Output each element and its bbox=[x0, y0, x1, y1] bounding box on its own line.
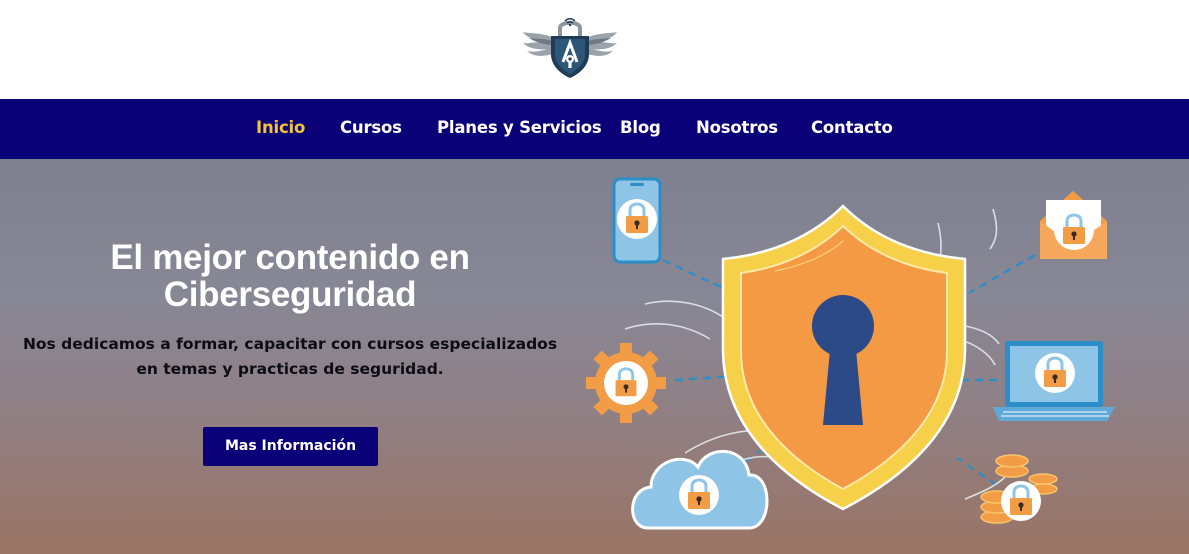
shield-keyhole-icon bbox=[721, 204, 967, 511]
cybersecurity-illustration bbox=[586, 177, 1115, 530]
hero-section: El mejor contenido en Ciberseguridad Nos… bbox=[0, 159, 1189, 554]
nav-item-contacto[interactable]: Contacto bbox=[811, 118, 893, 137]
envelope-lock-icon bbox=[1040, 191, 1107, 259]
smartphone-lock-icon bbox=[612, 177, 662, 264]
winged-shield-lock-logo-icon bbox=[523, 18, 617, 78]
cloud-lock-icon bbox=[631, 450, 769, 530]
site-header bbox=[0, 0, 1189, 99]
hero-title: El mejor contenido en Ciberseguridad bbox=[110, 238, 470, 314]
logo[interactable] bbox=[521, 14, 619, 84]
nav-item-nosotros[interactable]: Nosotros bbox=[696, 118, 778, 137]
hero-subtitle-line-2: en temas y practicas de seguridad. bbox=[136, 360, 444, 378]
gear-lock-icon bbox=[586, 343, 666, 423]
mas-informacion-button[interactable]: Mas Información bbox=[203, 427, 378, 466]
laptop-lock-icon bbox=[993, 341, 1115, 421]
hero-subtitle-line-1: Nos dedicamos a formar, capacitar con cu… bbox=[22, 335, 558, 353]
nav-item-planes-y-servicios[interactable]: Planes y Servicios bbox=[437, 118, 602, 137]
main-navigation: Inicio Cursos Planes y Servicios Blog No… bbox=[0, 99, 1189, 159]
nav-item-inicio[interactable]: Inicio bbox=[256, 118, 305, 137]
hero-subtitle: Nos dedicamos a formar, capacitar con cu… bbox=[15, 332, 565, 382]
nav-item-blog[interactable]: Blog bbox=[620, 118, 661, 137]
coins-lock-icon bbox=[980, 454, 1058, 524]
nav-item-cursos[interactable]: Cursos bbox=[340, 118, 402, 137]
